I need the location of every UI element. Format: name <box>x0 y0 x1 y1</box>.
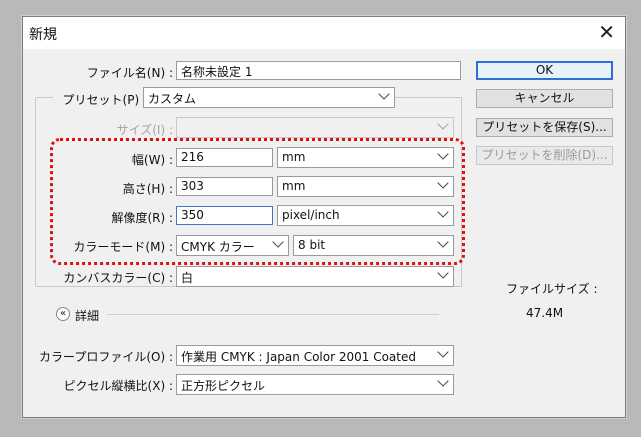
chevron-down-icon <box>437 375 449 387</box>
cancel-button[interactable]: キャンセル <box>476 89 613 108</box>
chevron-down-icon <box>378 88 390 100</box>
close-icon[interactable]: ✕ <box>598 20 615 44</box>
canvas-value: 白 <box>181 271 194 285</box>
preset-value: カスタム <box>148 92 197 106</box>
title-bar: 新規 ✕ <box>23 17 625 49</box>
aspect-label: ピクセル縦横比(X) : <box>63 379 173 393</box>
profile-select[interactable]: 作業用 CMYK : Japan Color 2001 Coated <box>176 345 454 366</box>
chevron-down-icon <box>437 346 449 358</box>
canvas-label: カンバスカラー(C) : <box>63 271 173 285</box>
chevron-down-icon <box>437 118 449 130</box>
save-preset-button[interactable]: プリセットを保存(S)... <box>476 118 613 137</box>
preset-label: プリセット(P) : <box>53 91 151 108</box>
name-input[interactable]: 名称未設定 1 <box>176 61 461 80</box>
aspect-select[interactable]: 正方形ピクセル <box>176 374 454 395</box>
ok-button[interactable]: OK <box>476 61 613 80</box>
delete-preset-button: プリセットを削除(D)... <box>476 146 613 165</box>
highlight-annotation <box>50 138 465 265</box>
new-document-dialog: 新規 ✕ ファイル名(N) : 名称未設定 1 プリセット(P) : カスタム … <box>22 16 626 418</box>
profile-value: 作業用 CMYK : Japan Color 2001 Coated <box>181 350 416 364</box>
aspect-value: 正方形ピクセル <box>181 379 266 393</box>
details-toggle-icon[interactable]: « <box>56 307 70 321</box>
size-select <box>176 117 454 138</box>
details-label: 詳細 <box>75 309 100 323</box>
name-label: ファイル名(N) : <box>86 66 173 80</box>
profile-label: カラープロファイル(O) : <box>39 350 173 364</box>
canvas-select[interactable]: 白 <box>176 266 454 287</box>
dialog-title: 新規 <box>29 27 57 43</box>
size-label: サイズ(I) : <box>116 123 173 137</box>
filesize-label: ファイルサイズ : <box>506 282 598 296</box>
details-divider <box>107 314 439 315</box>
preset-select[interactable]: カスタム <box>143 87 395 108</box>
filesize-value: 47.4M <box>526 306 564 320</box>
chevron-down-icon <box>437 267 449 279</box>
